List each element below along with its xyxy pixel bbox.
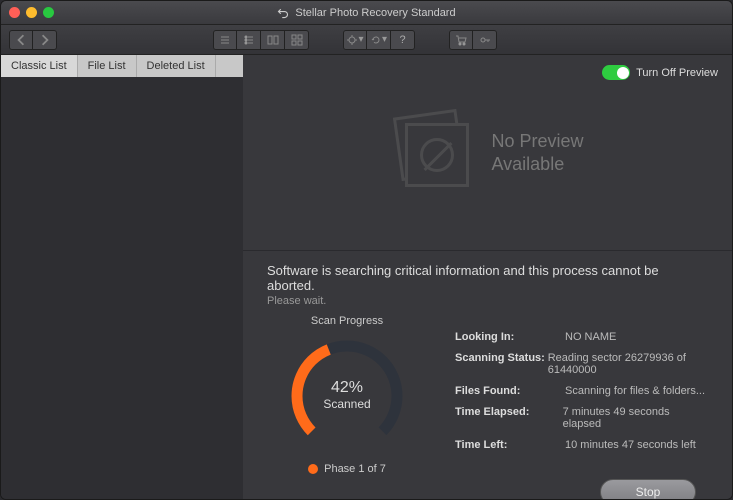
progress-gauge: 42% Scanned xyxy=(282,331,412,461)
view-list-icon[interactable] xyxy=(213,30,237,50)
sidebar-body xyxy=(1,77,243,499)
window-title: Stellar Photo Recovery Standard xyxy=(295,7,455,19)
scan-progress-title: Scan Progress xyxy=(267,315,427,327)
files-found-label: Files Found: xyxy=(455,385,565,397)
key-button[interactable] xyxy=(473,30,497,50)
tab-file-list[interactable]: File List xyxy=(78,55,137,77)
status-submessage: Please wait. xyxy=(267,295,708,307)
view-columns-icon[interactable] xyxy=(261,30,285,50)
view-grid-icon[interactable] xyxy=(285,30,309,50)
no-preview-icon xyxy=(391,113,477,193)
status-message: Software is searching critical informati… xyxy=(267,263,708,293)
settings-button[interactable]: ▾ xyxy=(343,30,367,50)
time-elapsed-value: 7 minutes 49 seconds elapsed xyxy=(563,406,708,430)
phase-label: Phase 1 of 7 xyxy=(324,463,386,475)
progress-details: Looking In:NO NAME Scanning Status:Readi… xyxy=(455,315,708,475)
no-preview-text: No Preview Available xyxy=(491,130,583,175)
preview-toggle-row: Turn Off Preview xyxy=(602,65,718,80)
cart-button[interactable] xyxy=(449,30,473,50)
toolbar: ▾ ▾ ? xyxy=(1,25,732,55)
forward-button[interactable] xyxy=(33,30,57,50)
stop-button[interactable]: Stop xyxy=(600,479,696,500)
tab-classic-list[interactable]: Classic List xyxy=(1,55,78,77)
preview-toggle-label: Turn Off Preview xyxy=(636,67,718,79)
phase-dot-icon xyxy=(308,464,318,474)
progress-panel: Software is searching critical informati… xyxy=(243,250,732,500)
app-window: Stellar Photo Recovery Standard ▾ ▾ ? xyxy=(0,0,733,500)
time-left-label: Time Left: xyxy=(455,439,565,451)
tab-deleted-list[interactable]: Deleted List xyxy=(137,55,216,77)
sidebar: Classic List File List Deleted List xyxy=(1,55,243,499)
view-bullets-icon[interactable] xyxy=(237,30,261,50)
back-button[interactable] xyxy=(9,30,33,50)
looking-in-value: NO NAME xyxy=(565,331,616,343)
titlebar: Stellar Photo Recovery Standard xyxy=(1,1,732,25)
files-found-value: Scanning for files & folders... xyxy=(565,385,705,397)
undo-icon xyxy=(277,7,289,19)
time-left-value: 10 minutes 47 seconds left xyxy=(565,439,696,451)
progress-percent: 42% xyxy=(282,379,412,397)
main-panel: Turn Off Preview No Preview Available So… xyxy=(243,55,732,499)
history-button[interactable]: ▾ xyxy=(367,30,391,50)
preview-area: No Preview Available xyxy=(243,55,732,250)
help-button[interactable]: ? xyxy=(391,30,415,50)
preview-toggle[interactable] xyxy=(602,65,630,80)
sidebar-tabs: Classic List File List Deleted List xyxy=(1,55,243,77)
progress-scanned-label: Scanned xyxy=(282,397,412,411)
time-elapsed-label: Time Elapsed: xyxy=(455,406,563,430)
scanning-status-label: Scanning Status: xyxy=(455,352,548,376)
scanning-status-value: Reading sector 26279936 of 61440000 xyxy=(548,352,708,376)
looking-in-label: Looking In: xyxy=(455,331,565,343)
